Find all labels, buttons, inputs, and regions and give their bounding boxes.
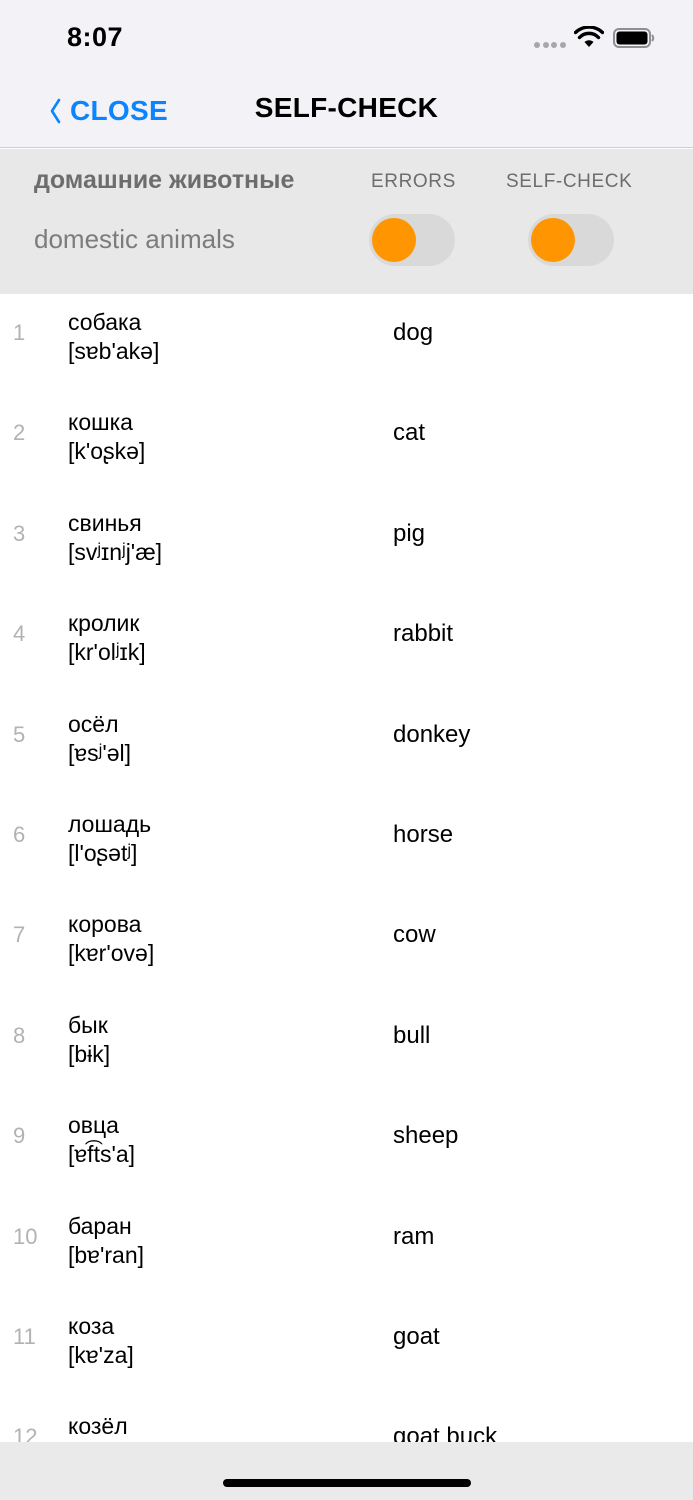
list-item[interactable]: 12 козёл goat buck <box>0 1398 693 1442</box>
russian-word: кролик [kr'olʲɪk] <box>68 609 146 667</box>
word-transcription: [kɐ'za] <box>68 1341 134 1368</box>
english-translation: goat <box>393 1322 440 1350</box>
english-translation: bull <box>393 1021 431 1049</box>
word-text: баран <box>68 1212 132 1239</box>
word-transcription: [kɐr'ovə] <box>68 940 155 967</box>
english-translation: cow <box>393 921 436 949</box>
cellular-signal-icon <box>534 41 566 49</box>
list-item[interactable]: 5 осёл [ɐsʲ'əl] donkey <box>0 696 693 796</box>
word-text: кошка <box>68 409 133 436</box>
english-translation: dog <box>393 319 434 346</box>
russian-word: бык [bɨk] <box>68 1011 110 1069</box>
category-title-russian: домашние животные <box>34 166 295 194</box>
english-translation: rabbit <box>393 620 454 648</box>
category-title-english: domestic animals <box>34 224 235 254</box>
item-number: 1 <box>13 320 26 345</box>
battery-icon <box>613 28 655 48</box>
list-item[interactable]: 9 овца [ɐf͡ts'a] sheep <box>0 1097 693 1197</box>
russian-word: собака [sɐb'akə] <box>68 308 159 366</box>
english-translation: horse <box>393 820 454 848</box>
list-item[interactable]: 11 коза [kɐ'za] goat <box>0 1298 693 1398</box>
russian-word: корова [kɐr'ovə] <box>68 910 154 968</box>
top-bar: 8:07 CLOSE SELF-CHECK <box>0 0 693 148</box>
toggle-knob <box>372 218 416 262</box>
item-number: 8 <box>13 1022 26 1048</box>
item-number: 6 <box>13 821 26 847</box>
home-indicator[interactable] <box>223 1479 471 1487</box>
errors-label: ERRORS <box>371 171 456 192</box>
word-list[interactable]: 1 собака [sɐb'akə] dog 2 кошка [k'oʂkə] ca… <box>0 294 693 1442</box>
page-title: SELF-CHECK <box>254 92 439 123</box>
word-transcription: [k'oʂkə] <box>68 438 146 465</box>
list-item[interactable]: 1 собака [sɐb'akə] dog <box>0 294 693 394</box>
russian-word: осёл [ɐsʲ'əl] <box>68 710 131 768</box>
list-item[interactable]: 10 баран [bɐ'ran] ram <box>0 1198 693 1298</box>
list-item[interactable]: 8 бык [bɨk] bull <box>0 997 693 1097</box>
status-time: 8:07 <box>67 22 124 52</box>
item-number: 5 <box>13 721 26 747</box>
word-text: корова <box>68 911 142 938</box>
list-item[interactable]: 6 лошадь [l'oʂətʲ] horse <box>0 796 693 896</box>
russian-word: лошадь [l'oʂətʲ] <box>68 810 151 868</box>
word-transcription: [svʲɪnʲj'æ] <box>68 538 163 565</box>
english-translation: ram <box>393 1222 435 1250</box>
item-number: 9 <box>13 1123 26 1149</box>
toggle-knob <box>531 218 575 262</box>
russian-word: овца [ɐf͡ts'a] <box>68 1111 135 1169</box>
english-translation: cat <box>393 419 426 447</box>
bottom-bar <box>0 1442 693 1500</box>
english-translation: donkey <box>393 720 471 748</box>
russian-word: козёл <box>68 1412 128 1441</box>
item-number: 4 <box>13 621 26 647</box>
word-text: овца <box>68 1112 119 1139</box>
english-translation: pig <box>393 519 426 547</box>
list-item[interactable]: 4 кролик [kr'olʲɪk] rabbit <box>0 595 693 695</box>
item-number: 3 <box>13 520 26 546</box>
russian-word: баран [bɐ'ran] <box>68 1212 144 1270</box>
self-check-label: SELF-CHECK <box>506 171 633 192</box>
wifi-icon <box>574 26 604 47</box>
word-transcription: [l'oʂətʲ] <box>68 839 138 866</box>
russian-word: кошка [k'oʂkə] <box>68 408 145 466</box>
item-number: 7 <box>13 922 26 948</box>
word-text: козёл <box>68 1413 128 1440</box>
item-number: 2 <box>13 420 26 446</box>
word-transcription: [ɐf͡ts'a] <box>68 1141 136 1168</box>
list-item[interactable]: 7 корова [kɐr'ovə] cow <box>0 896 693 996</box>
list-item[interactable]: 2 кошка [k'oʂkə] cat <box>0 394 693 494</box>
word-text: лошадь <box>68 810 152 837</box>
english-translation: goat buck <box>393 1423 498 1442</box>
word-transcription: [kr'olʲɪk] <box>68 639 146 666</box>
word-text: кролик <box>68 610 140 637</box>
russian-word: свинья [svʲɪnʲj'æ] <box>68 509 162 567</box>
word-text: свинья <box>68 509 142 536</box>
item-number: 11 <box>13 1323 36 1349</box>
list-item[interactable]: 3 свинья [svʲɪnʲj'æ] pig <box>0 495 693 595</box>
russian-word: коза [kɐ'za] <box>68 1312 134 1370</box>
errors-toggle[interactable] <box>369 214 455 266</box>
english-translation: sheep <box>393 1122 459 1150</box>
self-check-toggle[interactable] <box>528 214 614 266</box>
item-number: 12 <box>13 1424 38 1442</box>
word-text: собака <box>68 309 142 335</box>
word-text: коза <box>68 1312 115 1339</box>
item-number: 10 <box>13 1223 38 1249</box>
word-transcription: [ɐsʲ'əl] <box>68 739 132 766</box>
word-transcription: [sɐb'akə] <box>68 338 160 364</box>
word-text: осёл <box>68 710 119 737</box>
word-text: бык <box>68 1011 108 1038</box>
word-transcription: [bɨk] <box>68 1040 111 1067</box>
word-transcription: [bɐ'ran] <box>68 1241 144 1268</box>
